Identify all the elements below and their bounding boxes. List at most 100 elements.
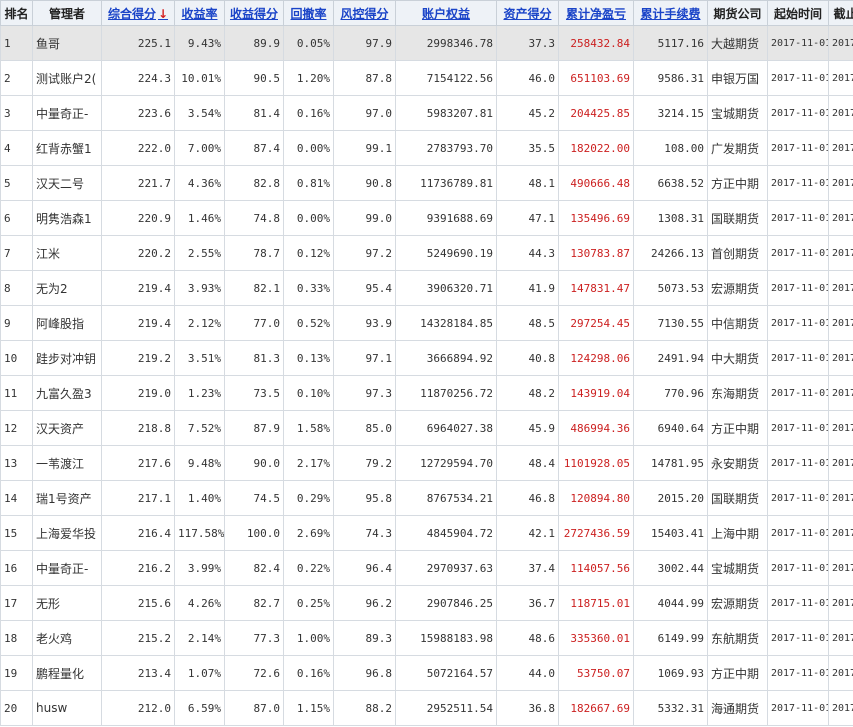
cell-futures-company: 中大期货 <box>707 340 768 376</box>
cell-manager[interactable]: 老火鸡 <box>32 620 102 656</box>
cell-manager[interactable]: 测试账户2( <box>32 60 102 96</box>
cell-rank: 13 <box>0 445 33 481</box>
cell-account-equity: 3906320.71 <box>395 270 497 306</box>
cell-manager[interactable]: 阿峰股指 <box>32 305 102 341</box>
table-row[interactable]: 13 一苇渡江 217.6 9.48% 90.0 2.17% 79.2 12729594.70… <box>0 445 853 481</box>
table-row[interactable]: 9 阿峰股指 219.4 2.12% 77.0 0.52% 93.9 14328184.85 4… <box>0 305 853 341</box>
table-row[interactable]: 3 中量奇正- 223.6 3.54% 81.4 0.16% 97.0 5983207.81 4… <box>0 95 853 131</box>
cell-risk-score: 96.2 <box>333 585 396 621</box>
cell-rank: 15 <box>0 515 33 551</box>
cell-start-time: 2017-11-01 <box>767 375 829 411</box>
cell-manager[interactable]: 红背赤蟹1 <box>32 130 102 166</box>
table-row[interactable]: 1 鱼哥 225.1 9.43% 89.9 0.05% 97.9 2998346.78 37.3… <box>0 25 853 61</box>
cell-manager[interactable]: 汉天资产 <box>32 410 102 446</box>
cell-return-score: 87.4 <box>224 130 284 166</box>
cell-asset-score: 48.2 <box>496 375 559 411</box>
cell-rank: 10 <box>0 340 33 376</box>
cell-start-time: 2017-11-01 <box>767 305 829 341</box>
header-risk-score[interactable]: 风控得分 <box>333 0 396 26</box>
table-row[interactable]: 19 鹏程量化 213.4 1.07% 72.6 0.16% 96.8 5072164.57 4… <box>0 655 853 691</box>
header-return-rate[interactable]: 收益率 <box>174 0 225 26</box>
table-row[interactable]: 11 九富久盈3 219.0 1.23% 73.5 0.10% 97.3 11870256.7… <box>0 375 853 411</box>
header-return-score[interactable]: 收益得分 <box>224 0 284 26</box>
cell-manager[interactable]: 跬步对冲钥 <box>32 340 102 376</box>
table-body: 1 鱼哥 225.1 9.43% 89.9 0.05% 97.9 2998346.78 37.3… <box>0 25 853 726</box>
cell-account-equity: 6964027.38 <box>395 410 497 446</box>
table-row[interactable]: 5 汉天二号 221.7 4.36% 82.8 0.81% 90.8 11736789.81 4… <box>0 165 853 201</box>
cell-manager[interactable]: 无为2 <box>32 270 102 306</box>
cell-fees: 2491.94 <box>633 340 708 376</box>
cell-drawdown-rate: 0.16% <box>283 655 334 691</box>
cell-risk-score: 97.2 <box>333 235 396 271</box>
header-net-pnl[interactable]: 累计净盈亏 <box>558 0 634 26</box>
cell-start-time: 2017-11-01 <box>767 270 829 306</box>
table-row[interactable]: 18 老火鸡 215.2 2.14% 77.3 1.00% 89.3 15988183.98 4… <box>0 620 853 656</box>
cell-return-rate: 9.43% <box>174 25 225 61</box>
table-row[interactable]: 7 江米 220.2 2.55% 78.7 0.12% 97.2 5249690.19 44.3… <box>0 235 853 271</box>
cell-return-rate: 9.48% <box>174 445 225 481</box>
cell-manager[interactable]: 中量奇正- <box>32 95 102 131</box>
cell-return-rate: 7.00% <box>174 130 225 166</box>
table-row[interactable]: 2 测试账户2(224.3 10.01% 90.5 1.20% 87.8 7154122.5… <box>0 60 853 96</box>
header-asset-score[interactable]: 资产得分 <box>496 0 559 26</box>
cell-return-rate: 2.14% <box>174 620 225 656</box>
cell-end-time: 2017-11-14 <box>828 410 853 446</box>
header-composite-score[interactable]: 综合得分 ↓ <box>101 0 175 26</box>
cell-asset-score: 45.9 <box>496 410 559 446</box>
header-composite-score-label: 综合得分 <box>107 6 156 21</box>
cell-fees: 3214.15 <box>633 95 708 131</box>
cell-risk-score: 97.3 <box>333 375 396 411</box>
cell-composite-score: 212.0 <box>101 690 175 726</box>
table-row[interactable]: 14 瑞1号资产 217.1 1.40% 74.5 0.29% 95.8 8767534.21… <box>0 480 853 516</box>
cell-account-equity: 2907846.25 <box>395 585 497 621</box>
table-row[interactable]: 15 上海爱华投 216.4 117.58% 100.0 2.69% 74.3 4845904… <box>0 515 853 551</box>
table-row[interactable]: 17 无形 215.6 4.26% 82.7 0.25% 96.2 2907846.25 36.… <box>0 585 853 621</box>
cell-return-rate: 117.58% <box>174 515 225 551</box>
cell-manager[interactable]: 中量奇正- <box>32 550 102 586</box>
table-row[interactable]: 16 中量奇正- 216.2 3.99% 82.4 0.22% 96.4 2970937.63… <box>0 550 853 586</box>
table-header: 排名 管理者 综合得分 ↓ 收益率 收益得分 回撤率 风控得分 账户权益 资产得分… <box>0 0 853 26</box>
cell-manager[interactable]: 瑞1号资产 <box>32 480 102 516</box>
cell-drawdown-rate: 2.17% <box>283 445 334 481</box>
header-drawdown-rate[interactable]: 回撤率 <box>283 0 334 26</box>
cell-net-pnl: 490666.48 <box>558 165 634 201</box>
cell-account-equity: 5983207.81 <box>395 95 497 131</box>
cell-futures-company: 大越期货 <box>707 25 768 61</box>
cell-composite-score: 215.2 <box>101 620 175 656</box>
table-row[interactable]: 8 无为2 219.4 3.93% 82.1 0.33% 95.4 3906320.71 41.… <box>0 270 853 306</box>
table-row[interactable]: 6 明隽浩森1 220.9 1.46% 74.8 0.00% 99.0 9391688.69 4… <box>0 200 853 236</box>
cell-manager[interactable]: husw <box>32 690 102 726</box>
cell-manager[interactable]: 上海爱华投 <box>32 515 102 551</box>
cell-futures-company: 中信期货 <box>707 305 768 341</box>
cell-fees: 24266.13 <box>633 235 708 271</box>
cell-composite-score: 217.1 <box>101 480 175 516</box>
table-row[interactable]: 12 汉天资产 218.8 7.52% 87.9 1.58% 85.0 6964027.38 4… <box>0 410 853 446</box>
table-row[interactable]: 20 husw 212.0 6.59% 87.0 1.15% 88.2 2952511.54 3… <box>0 690 853 726</box>
cell-start-time: 2017-11-01 <box>767 585 829 621</box>
table-row[interactable]: 4 红背赤蟹1 222.0 7.00% 87.4 0.00% 99.1 2783793.70 3… <box>0 130 853 166</box>
cell-end-time: 2017-11-14 <box>828 165 853 201</box>
cell-drawdown-rate: 1.20% <box>283 60 334 96</box>
cell-rank: 11 <box>0 375 33 411</box>
cell-account-equity: 9391688.69 <box>395 200 497 236</box>
cell-asset-score: 44.3 <box>496 235 559 271</box>
cell-manager[interactable]: 九富久盈3 <box>32 375 102 411</box>
cell-end-time: 2017-11-14 <box>828 620 853 656</box>
cell-manager[interactable]: 无形 <box>32 585 102 621</box>
header-row: 排名 管理者 综合得分 ↓ 收益率 收益得分 回撤率 风控得分 账户权益 资产得分… <box>0 0 853 26</box>
cell-futures-company: 申银万国 <box>707 60 768 96</box>
cell-manager[interactable]: 汉天二号 <box>32 165 102 201</box>
cell-manager[interactable]: 江米 <box>32 235 102 271</box>
cell-manager[interactable]: 一苇渡江 <box>32 445 102 481</box>
table-row[interactable]: 10 跬步对冲钥 219.2 3.51% 81.3 0.13% 97.1 3666894.92… <box>0 340 853 376</box>
cell-return-score: 82.4 <box>224 550 284 586</box>
cell-manager[interactable]: 明隽浩森1 <box>32 200 102 236</box>
cell-asset-score: 48.4 <box>496 445 559 481</box>
cell-account-equity: 8767534.21 <box>395 480 497 516</box>
header-account-equity[interactable]: 账户权益 <box>395 0 497 26</box>
cell-drawdown-rate: 0.05% <box>283 25 334 61</box>
cell-rank: 12 <box>0 410 33 446</box>
cell-manager[interactable]: 鱼哥 <box>32 25 102 61</box>
header-fees[interactable]: 累计手续费 <box>633 0 708 26</box>
cell-manager[interactable]: 鹏程量化 <box>32 655 102 691</box>
